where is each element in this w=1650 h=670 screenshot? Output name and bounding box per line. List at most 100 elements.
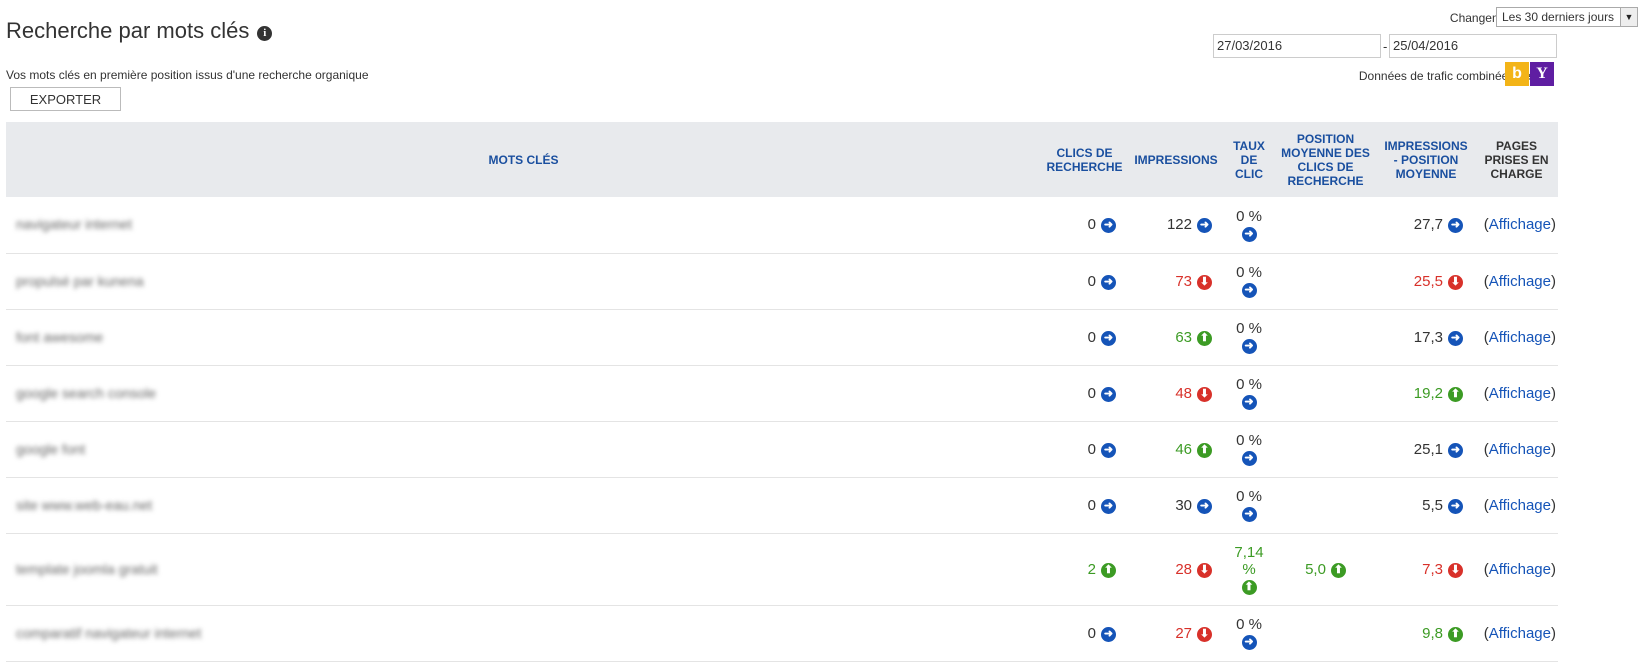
table-row: comparatif navigateur internet 0 ➜ 27 ⬇ 0 … bbox=[6, 605, 1558, 662]
clicks-value: 0 bbox=[1087, 216, 1096, 234]
avg-impression-position-cell: 19,2 ⬆ bbox=[1377, 365, 1475, 422]
header-impressions[interactable]: IMPRESSIONS bbox=[1128, 122, 1224, 197]
arrow-right-icon: ➜ bbox=[1197, 498, 1212, 514]
keyword-text: navigateur internet bbox=[16, 216, 132, 233]
impressions-cell: 73 ⬇ bbox=[1128, 253, 1224, 310]
table-row: site www.web-eau.net 0 ➜ 30 ➜ 0 % ➜ 5,5 ➜ (A… bbox=[6, 477, 1558, 534]
impressions-value: 48 bbox=[1175, 384, 1192, 402]
pages-link[interactable]: Affichage bbox=[1489, 273, 1551, 290]
impressions-value: 28 bbox=[1175, 560, 1192, 578]
avg-impression-position-cell: 27,7 ➜ bbox=[1377, 197, 1475, 254]
date-separator: - bbox=[1383, 39, 1388, 54]
pages-cell: (Affichage) bbox=[1475, 365, 1558, 422]
pages-link[interactable]: Affichage bbox=[1489, 497, 1551, 514]
pages-link[interactable]: Affichage bbox=[1489, 216, 1551, 233]
info-icon[interactable]: i bbox=[257, 26, 273, 41]
pages-link[interactable]: Affichage bbox=[1489, 441, 1551, 458]
arrow-right-icon: ➜ bbox=[1241, 226, 1257, 242]
pages-link[interactable]: Affichage bbox=[1489, 385, 1551, 402]
keyword-text: google search console bbox=[16, 384, 157, 401]
avg-click-position-cell bbox=[1274, 253, 1377, 310]
impressions-cell: 30 ➜ bbox=[1128, 477, 1224, 534]
pages-cell: (Affichage) bbox=[1475, 477, 1558, 534]
arrow-right-icon: ➜ bbox=[1448, 498, 1463, 514]
header-keyword[interactable]: MOTS CLÉS bbox=[6, 122, 1041, 197]
impressions-value: 27 bbox=[1175, 624, 1192, 642]
table-row: propulsé par kunena 0 ➜ 73 ⬇ 0 % ➜ 25,5 ⬇ (A… bbox=[6, 253, 1558, 310]
arrow-right-icon: ➜ bbox=[1101, 218, 1116, 234]
impressions-cell: 122 ➜ bbox=[1128, 197, 1224, 254]
arrow-right-icon: ➜ bbox=[1448, 218, 1463, 234]
impressions-value: 122 bbox=[1166, 216, 1192, 234]
table-row: navigateur internet 0 ➜ 122 ➜ 0 % ➜ 27,7 ➜ (… bbox=[6, 197, 1558, 254]
impressions-value: 30 bbox=[1175, 496, 1192, 514]
clicks-cell: 0 ➜ bbox=[1041, 605, 1128, 662]
avg-impression-position-cell: 17,3 ➜ bbox=[1377, 309, 1475, 366]
arrow-right-icon: ➜ bbox=[1101, 442, 1116, 458]
keyword-cell: navigateur internet bbox=[6, 197, 1041, 254]
ctr-value: 0 % bbox=[1236, 432, 1262, 449]
page-subtitle: Vos mots clés en première position issus… bbox=[6, 68, 369, 82]
keyword-cell: google font bbox=[6, 421, 1041, 478]
date-from-input[interactable]: 27/03/2016 bbox=[1213, 34, 1381, 58]
avg-impression-position-value: 9,8 bbox=[1422, 624, 1443, 642]
period-select[interactable]: Les 30 derniers jours ▼ bbox=[1496, 7, 1638, 27]
keyword-text: comparatif navigateur internet bbox=[16, 624, 202, 641]
arrow-up-icon: ⬆ bbox=[1197, 442, 1212, 458]
table-header-row: MOTS CLÉS CLICS DE RECHERCHE IMPRESSIONS… bbox=[6, 122, 1558, 197]
clicks-value: 0 bbox=[1087, 624, 1096, 642]
pages-cell: (Affichage) bbox=[1475, 533, 1558, 606]
avg-impression-position-cell: 9,8 ⬆ bbox=[1377, 605, 1475, 662]
ctr-value: 0 % bbox=[1236, 264, 1262, 281]
arrow-right-icon: ➜ bbox=[1241, 395, 1257, 410]
ctr-value: 0 % bbox=[1236, 320, 1262, 337]
clicks-value: 0 bbox=[1087, 496, 1096, 514]
clicks-cell: 2 ⬆ bbox=[1041, 533, 1128, 606]
ctr-cell: 7,14 % ⬆ bbox=[1224, 533, 1274, 606]
clicks-value: 0 bbox=[1087, 440, 1096, 458]
clicks-cell: 0 ➜ bbox=[1041, 421, 1128, 478]
avg-click-position-cell bbox=[1274, 477, 1377, 534]
clicks-cell: 0 ➜ bbox=[1041, 309, 1128, 366]
ctr-value: 0 % bbox=[1236, 488, 1262, 505]
arrow-up-icon: ⬆ bbox=[1448, 386, 1463, 402]
clicks-cell: 0 ➜ bbox=[1041, 477, 1128, 534]
impressions-value: 63 bbox=[1175, 328, 1192, 346]
bing-icon: b bbox=[1505, 62, 1529, 86]
arrow-right-icon: ➜ bbox=[1241, 635, 1257, 650]
header-clicks[interactable]: CLICS DE RECHERCHE bbox=[1041, 122, 1128, 197]
export-button[interactable]: EXPORTER bbox=[10, 87, 121, 111]
page-title: Recherche par mots clés i bbox=[6, 18, 273, 44]
chevron-down-icon[interactable]: ▼ bbox=[1620, 8, 1637, 26]
date-to-input[interactable]: 25/04/2016 bbox=[1389, 34, 1557, 58]
impressions-cell: 28 ⬇ bbox=[1128, 533, 1224, 606]
yahoo-icon: Y bbox=[1530, 62, 1554, 86]
ctr-cell: 0 % ➜ bbox=[1224, 253, 1274, 310]
arrow-right-icon: ➜ bbox=[1101, 274, 1116, 290]
keyword-cell: site www.web-eau.net bbox=[6, 477, 1041, 534]
pages-link[interactable]: Affichage bbox=[1489, 329, 1551, 346]
keyword-cell: google search console bbox=[6, 365, 1041, 422]
impressions-cell: 27 ⬇ bbox=[1128, 605, 1224, 662]
pages-cell: (Affichage) bbox=[1475, 253, 1558, 310]
header-ctr[interactable]: TAUX DE CLIC bbox=[1224, 122, 1274, 197]
pages-cell: (Affichage) bbox=[1475, 309, 1558, 366]
pages-link[interactable]: Affichage bbox=[1489, 625, 1551, 642]
pages-link[interactable]: Affichage bbox=[1489, 561, 1551, 578]
arrow-up-icon: ⬆ bbox=[1197, 330, 1212, 346]
table-row: google font 0 ➜ 46 ⬆ 0 % ➜ 25,1 ➜ (Affichage… bbox=[6, 421, 1558, 478]
impressions-cell: 48 ⬇ bbox=[1128, 365, 1224, 422]
avg-impression-position-cell: 25,1 ➜ bbox=[1377, 421, 1475, 478]
table-row: template joomla gratuit 2 ⬆ 28 ⬇ 7,14 % ⬆ 5… bbox=[6, 533, 1558, 606]
arrow-up-icon: ⬆ bbox=[1330, 562, 1346, 578]
header-avg-impression-position[interactable]: IMPRESSIONS - POSITION MOYENNE bbox=[1377, 122, 1475, 197]
table-row: font awesome 0 ➜ 63 ⬆ 0 % ➜ 17,3 ➜ (Affichag… bbox=[6, 309, 1558, 366]
avg-impression-position-value: 27,7 bbox=[1413, 216, 1443, 234]
ctr-cell: 0 % ➜ bbox=[1224, 477, 1274, 534]
header-avg-click-position[interactable]: POSITION MOYENNE DES CLICS DE RECHERCHE bbox=[1274, 122, 1377, 197]
arrow-down-icon: ⬇ bbox=[1448, 274, 1463, 290]
avg-impression-position-value: 7,3 bbox=[1422, 560, 1443, 578]
avg-click-position-cell bbox=[1274, 421, 1377, 478]
arrow-right-icon: ➜ bbox=[1197, 218, 1212, 234]
arrow-right-icon: ➜ bbox=[1241, 507, 1257, 522]
